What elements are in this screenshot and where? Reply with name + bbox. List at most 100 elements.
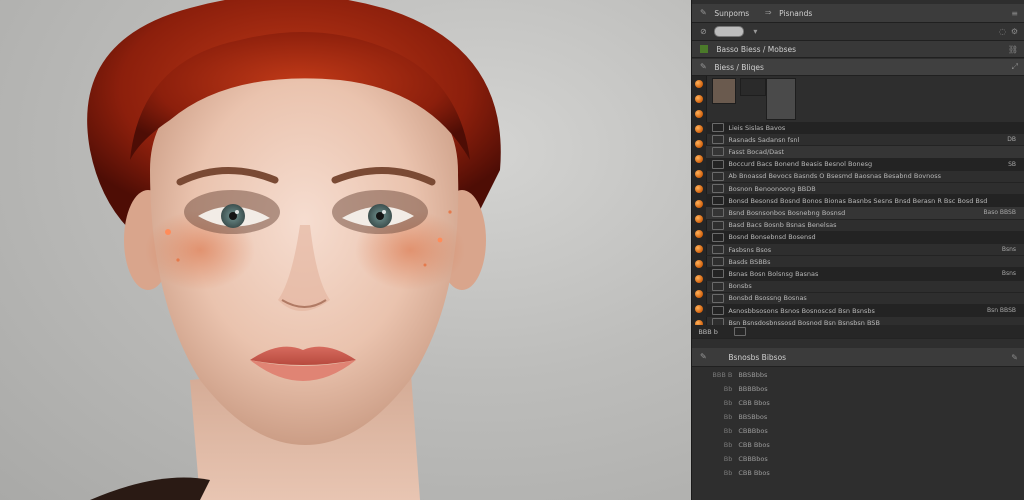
layer-row-label: Basd Bacs Bosnb Bsnas Benelsas (728, 221, 837, 230)
layer-row[interactable]: Boccurd Bacs Bonend Beasis Besnol Bonesg… (706, 158, 1024, 171)
layer-link-icon[interactable] (712, 232, 725, 242)
layer-row[interactable]: Ab Bnoassd Bevocs Basnds O Bsesmd Baosna… (706, 171, 1024, 183)
menu-icon[interactable]: ≡ (1011, 9, 1018, 18)
toolbar-row-1: ✎ Sunpoms ⇒ Pisnands ≡ (692, 4, 1024, 23)
visibility-dot-icon[interactable] (695, 200, 704, 208)
pen-icon[interactable]: ✎ (1011, 353, 1018, 362)
layer-row[interactable]: Rasnads Sadansn fsnl DB (706, 134, 1024, 147)
layer-link-icon[interactable] (712, 220, 725, 230)
visibility-dot-icon[interactable] (695, 215, 704, 223)
toolbar-label-b[interactable]: Pisnands (779, 9, 812, 18)
visibility-dot-icon[interactable] (695, 140, 704, 148)
toolbar-label-a[interactable]: Sunpoms (714, 9, 749, 18)
arrow-icon[interactable]: ⇒ (763, 8, 773, 18)
layer-link-icon[interactable] (712, 281, 725, 291)
layer-row[interactable]: Lieis Sislas Bavos (706, 122, 1024, 135)
panel2-list-item[interactable]: BBB B BBSBbbs (692, 368, 1024, 382)
layer-mask-thumbnail[interactable] (740, 78, 767, 96)
layer-row-label: Bonsbs (728, 282, 752, 291)
layers-header-label: Biess / Bliqes (714, 62, 764, 72)
layer-row[interactable]: Bonsd Besonsd Bosnd Bonos Bionas Basnbs … (706, 195, 1024, 208)
visibility-dot-icon[interactable] (695, 155, 704, 163)
pen-icon[interactable]: ✎ (698, 62, 708, 72)
toolbar-label-3[interactable]: Basso Biess / Mobses (716, 45, 796, 54)
layer-row-label: Boccurd Bacs Bonend Beasis Besnol Bonesg (728, 160, 873, 169)
toggle-switch[interactable] (714, 26, 745, 37)
panel2-item-num: Bb (723, 399, 733, 407)
footer-control[interactable] (733, 327, 746, 336)
panel2-list-item[interactable]: Bb BBBBbos (692, 382, 1024, 396)
visibility-dot-icon[interactable] (695, 260, 704, 268)
link-icon[interactable]: ⛓ (1008, 45, 1018, 54)
layer-row[interactable]: Bosnon Benoonoong BBDB (706, 183, 1024, 196)
brush-icon[interactable]: ✎ (698, 352, 708, 362)
layer-link-icon[interactable] (712, 269, 725, 279)
layer-row-label: Bsnas Bosn Bolsnsg Basnas (728, 269, 819, 278)
panel2-item-num: Bb (723, 469, 733, 477)
layer-row-label: Bosnd Bonsebnsd Bosensd (728, 233, 816, 242)
panel2-list-item[interactable]: Bb BBSBbos (692, 410, 1024, 424)
panel2-item-label: BBBBbos (738, 385, 768, 393)
layer-row[interactable]: Bonsbs (706, 281, 1024, 293)
visibility-dot-icon[interactable] (695, 305, 704, 313)
layer-row[interactable]: Asnosbbsosons Bsnos Bosnoscsd Bsn Bsnsbs… (706, 305, 1024, 318)
layer-link-icon[interactable] (712, 196, 725, 206)
visibility-dot-icon[interactable] (695, 95, 704, 103)
visibility-dot-icon[interactable] (695, 80, 704, 88)
footer-row: BBB b (692, 325, 1024, 339)
layer-row-tag: SB (1008, 160, 1016, 168)
layer-link-icon[interactable] (712, 293, 725, 303)
layer-row-label: Lieis Sislas Bavos (728, 123, 786, 132)
layer-link-icon[interactable] (712, 147, 725, 157)
panel2-item-label: CBB Bbos (738, 399, 770, 407)
layer-link-icon[interactable] (712, 135, 725, 145)
layer-row-label: Asnosbbsosons Bsnos Bosnoscsd Bsn Bsnsbs (728, 306, 875, 315)
info-icon[interactable]: ◌ (999, 27, 1006, 36)
color-swatch-icon[interactable] (700, 45, 709, 53)
panel2-list-item[interactable]: Bb CBB Bbos (692, 466, 1024, 480)
layer-row[interactable]: Fasbsns Bsos Bsns (706, 244, 1024, 257)
panel2-list-item[interactable]: Bb CBBBbos (692, 424, 1024, 438)
layer-row[interactable]: Bonsbd Bsossng Bosnas (706, 293, 1024, 305)
layer-link-icon[interactable] (712, 159, 725, 169)
panel2-list-item[interactable]: Bb CBBBbos (692, 452, 1024, 466)
layer-row[interactable]: Bsnd Bosnsonbos Bosnebng Bosnsd Baso BBSB (706, 207, 1024, 220)
panel2-item-label: CBBBbos (738, 427, 768, 435)
layer-link-icon[interactable] (712, 257, 725, 267)
layer-row[interactable]: Basds BSBBs (706, 256, 1024, 269)
layer-row-label: Bonsd Besonsd Bosnd Bonos Bionas Basnbs … (728, 196, 988, 205)
layer-visibility-strip (692, 76, 708, 338)
panel2-item-label: CBB Bbos (738, 441, 770, 449)
layer-link-icon[interactable] (712, 306, 725, 316)
visibility-dot-icon[interactable] (695, 185, 704, 193)
visibility-dot-icon[interactable] (695, 245, 704, 253)
visibility-dot-icon[interactable] (695, 290, 704, 298)
expand-icon[interactable]: ⤢ (1012, 62, 1018, 72)
photo-editor-window: ✎ Sunpoms ⇒ Pisnands ≡ ⊘ ▾ ◌ ⚙ Basso Bie… (0, 0, 1024, 500)
brush-icon[interactable]: ✎ (698, 8, 708, 18)
panel2-list-item[interactable]: Bb CBB Bbos (692, 438, 1024, 452)
layer-row[interactable]: Bsnas Bosn Bolsnsg Basnas Bsns (706, 268, 1024, 281)
layer-row[interactable]: Basd Bacs Bosnb Bsnas Benelsas (706, 220, 1024, 232)
layer-link-icon[interactable] (712, 184, 725, 194)
visibility-icon[interactable]: ⊘ (698, 27, 708, 37)
chevron-down-icon[interactable]: ▾ (750, 27, 760, 37)
visibility-dot-icon[interactable] (695, 230, 704, 238)
layer-row-label: Bsnd Bosnsonbos Bosnebng Bosnsd (728, 208, 846, 217)
layer-row-label: Bosnon Benoonoong BBDB (728, 184, 816, 193)
layer-row[interactable]: Bosnd Bonsebnsd Bosensd (706, 231, 1024, 244)
visibility-dot-icon[interactable] (695, 125, 704, 133)
layer-link-icon[interactable] (712, 208, 725, 218)
visibility-dot-icon[interactable] (695, 170, 704, 178)
visibility-dot-icon[interactable] (695, 275, 704, 283)
layer-link-icon[interactable] (712, 245, 725, 255)
layer-link-icon[interactable] (712, 171, 725, 181)
panel2-list-item[interactable]: Bb CBB Bbos (692, 396, 1024, 410)
layer-thumbnail[interactable] (712, 78, 737, 104)
panel2-item-num: Bb (723, 455, 733, 463)
layer-link-icon[interactable] (712, 123, 725, 133)
layer-row[interactable]: Fasst Bocad/Dast (706, 146, 1024, 159)
settings-icon[interactable]: ⚙ (1011, 27, 1018, 36)
visibility-dot-icon[interactable] (695, 110, 704, 118)
image-canvas[interactable] (0, 0, 692, 500)
